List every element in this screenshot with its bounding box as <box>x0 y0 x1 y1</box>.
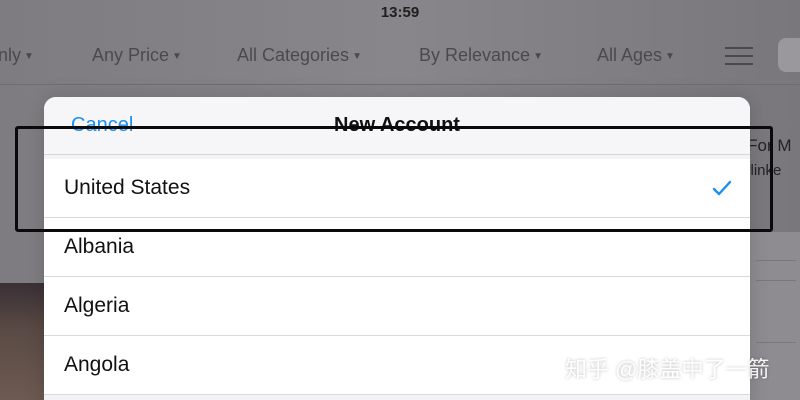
list-view-icon[interactable] <box>725 47 753 65</box>
filter-sort[interactable]: By Relevance ▼ <box>419 45 543 66</box>
filter-label: nly <box>0 45 22 65</box>
filter-categories[interactable]: All Categories ▼ <box>237 45 362 66</box>
country-label: Angola <box>64 353 130 376</box>
filter-label: All Ages <box>597 45 663 65</box>
highlight-box <box>15 126 773 232</box>
caret-down-icon: ▼ <box>172 50 182 62</box>
caret-down-icon: ▼ <box>533 50 543 62</box>
filter-label: All Categories <box>237 45 350 65</box>
filter-label: By Relevance <box>419 45 531 65</box>
search-icon[interactable] <box>778 38 800 72</box>
filter-price[interactable]: Any Price ▼ <box>92 45 182 66</box>
status-bar-time: 13:59 <box>380 4 420 21</box>
background-thumbnail <box>0 283 46 400</box>
filter-bar: nly ▼ Any Price ▼ All Categories ▼ By Relev… <box>0 38 800 72</box>
background-divider <box>0 84 800 85</box>
filter-label: Any Price <box>92 45 170 65</box>
caret-down-icon: ▼ <box>352 50 362 62</box>
watermark-text: 知乎 @膝盖中了一箭 <box>565 357 770 382</box>
country-row-algeria[interactable]: Algeria <box>44 277 750 336</box>
country-label: Algeria <box>64 294 130 317</box>
caret-down-icon: ▼ <box>24 50 34 62</box>
country-label: Albania <box>64 235 135 258</box>
filter-ages[interactable]: All Ages ▼ <box>597 45 675 66</box>
filter-platform[interactable]: nly ▼ <box>0 45 34 66</box>
caret-down-icon: ▼ <box>665 50 675 62</box>
watermark: 知乎 @膝盖中了一箭 <box>565 352 769 384</box>
